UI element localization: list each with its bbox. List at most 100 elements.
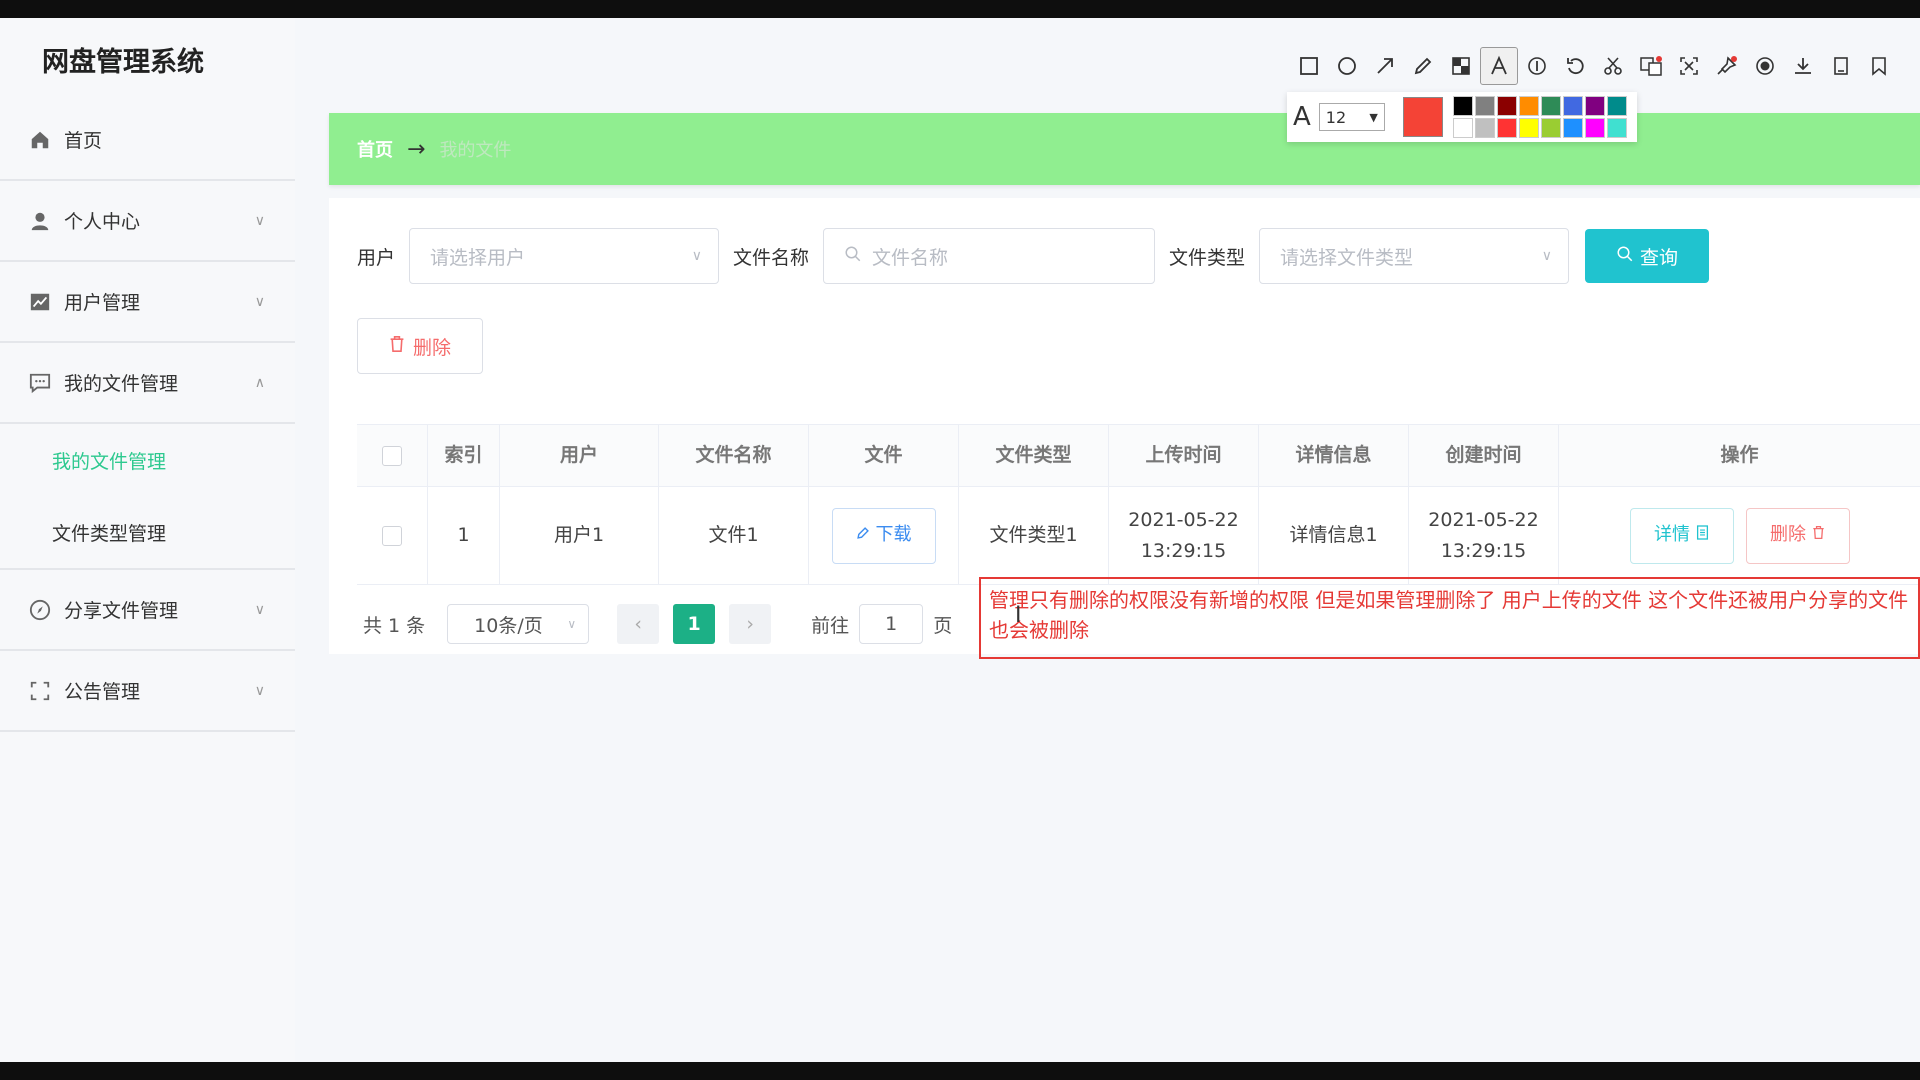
palette-color-swatch[interactable] xyxy=(1540,118,1561,138)
palette-color-swatch[interactable] xyxy=(1452,118,1473,138)
record-icon[interactable] xyxy=(1746,47,1784,85)
document-icon xyxy=(1696,521,1709,550)
palette-color-swatch[interactable] xyxy=(1584,96,1605,116)
sidebar-item-my-files[interactable]: 我的文件管理 ∧ xyxy=(0,343,295,424)
pencil-tool-icon[interactable] xyxy=(1404,47,1442,85)
header-actions: 操作 xyxy=(1720,444,1759,467)
text-cursor-icon: I xyxy=(1015,603,1022,628)
message-icon xyxy=(28,371,52,395)
mosaic-tool-icon[interactable] xyxy=(1442,47,1480,85)
page-number-current[interactable]: 1 xyxy=(673,604,716,644)
row-select-cell xyxy=(357,487,428,584)
row-checkbox[interactable] xyxy=(382,525,402,546)
rectangle-tool-icon[interactable] xyxy=(1290,47,1328,85)
submenu-item-file-type-management[interactable]: 文件类型管理 xyxy=(0,496,295,568)
chevron-down-icon: ∨ xyxy=(691,248,703,264)
chevron-left-icon: ‹ xyxy=(634,613,642,635)
arrow-tool-icon[interactable] xyxy=(1366,47,1404,85)
row-delete-button[interactable]: 删除 xyxy=(1745,507,1850,564)
breadcrumb-home[interactable]: 首页 xyxy=(357,136,393,162)
page-size-select[interactable]: 10条/页 ∨ xyxy=(447,604,590,644)
sidebar-item-home[interactable]: 首页 xyxy=(0,100,295,181)
batch-delete-button[interactable]: 删除 xyxy=(357,318,483,374)
palette-color-swatch[interactable] xyxy=(1606,118,1627,138)
goto-label: 前往 xyxy=(811,614,850,637)
palette-color-swatch[interactable] xyxy=(1518,96,1539,116)
create-date: 2021-05-22 xyxy=(1428,509,1539,532)
sidebar-item-users[interactable]: 用户管理 ∨ xyxy=(0,262,295,343)
sidebar-item-profile[interactable]: 个人中心 ∨ xyxy=(0,181,295,262)
app-title: 网盘管理系统 xyxy=(42,47,204,78)
copy-icon[interactable] xyxy=(1822,47,1860,85)
scroll-capture-icon[interactable] xyxy=(1670,47,1708,85)
cell-filename: 文件1 xyxy=(659,487,809,584)
chevron-down-icon: ∨ xyxy=(254,601,265,618)
cell-filetype: 文件类型1 xyxy=(959,487,1109,584)
palette-color-swatch[interactable] xyxy=(1474,118,1495,138)
goto-page-input[interactable]: 1 xyxy=(859,604,924,644)
download-button[interactable]: 下载 xyxy=(831,507,936,564)
palette-color-swatch[interactable] xyxy=(1562,118,1583,138)
bookmark-icon[interactable] xyxy=(1860,47,1898,85)
translate-icon[interactable] xyxy=(1632,47,1670,85)
chevron-up-icon: ∧ xyxy=(254,374,265,391)
user-select[interactable]: 请选择用户 ∨ xyxy=(409,228,720,284)
cell-index: 1 xyxy=(428,487,500,584)
select-all-checkbox[interactable] xyxy=(382,445,402,466)
upload-date: 2021-05-22 xyxy=(1128,509,1239,532)
current-color-swatch[interactable] xyxy=(1402,97,1443,137)
palette-color-swatch[interactable] xyxy=(1518,118,1539,138)
font-size-select[interactable]: 12 ▼ xyxy=(1318,103,1385,131)
home-icon xyxy=(28,128,52,152)
video-subtitle-fragment xyxy=(818,1028,837,1062)
chart-icon xyxy=(28,290,52,314)
prev-page-button[interactable]: ‹ xyxy=(617,604,660,644)
detail-button-label: 详情 xyxy=(1654,524,1690,546)
palette-color-swatch[interactable] xyxy=(1606,96,1627,116)
palette-color-swatch[interactable] xyxy=(1540,96,1561,116)
detail-button[interactable]: 详情 xyxy=(1629,507,1734,564)
download-icon[interactable] xyxy=(1784,47,1822,85)
query-button[interactable]: 查询 xyxy=(1585,229,1710,283)
fullscreen-icon xyxy=(28,679,52,703)
next-page-button[interactable]: › xyxy=(729,604,772,644)
filename-input-placeholder: 文件名称 xyxy=(872,246,949,269)
sidebar-item-label: 我的文件管理 xyxy=(64,373,179,395)
text-tool-icon[interactable] xyxy=(1480,47,1518,85)
filetype-select[interactable]: 请选择文件类型 ∨ xyxy=(1259,228,1570,284)
palette-color-swatch[interactable] xyxy=(1562,96,1583,116)
circle-tool-icon[interactable] xyxy=(1328,47,1366,85)
palette-color-swatch[interactable] xyxy=(1496,96,1517,116)
sidebar-item-label: 用户管理 xyxy=(64,292,141,314)
sidebar-item-announcements[interactable]: 公告管理 ∨ xyxy=(0,651,295,732)
annotation-textbox[interactable]: 管理只有删除的权限没有新增的权限 但是如果管理删除了 用户上传的文件 这个文件还… xyxy=(979,577,1920,659)
chevron-down-icon: ∨ xyxy=(254,682,265,699)
number-tool-icon[interactable] xyxy=(1518,47,1556,85)
palette-color-swatch[interactable] xyxy=(1496,118,1517,138)
undo-icon[interactable] xyxy=(1556,47,1594,85)
pin-icon[interactable] xyxy=(1708,47,1746,85)
capture-toolbar xyxy=(1290,42,1898,90)
sidebar-item-label: 首页 xyxy=(64,130,103,152)
palette-color-swatch[interactable] xyxy=(1584,118,1605,138)
filename-input[interactable]: 文件名称 xyxy=(823,228,1156,284)
palette-color-swatch[interactable] xyxy=(1474,96,1495,116)
chevron-right-icon: › xyxy=(746,613,754,635)
submenu-item-my-file-management[interactable]: 我的文件管理 xyxy=(0,424,295,496)
caret-down-icon: ▼ xyxy=(1369,110,1378,124)
palette-color-swatch[interactable] xyxy=(1452,96,1473,116)
user-icon xyxy=(28,209,52,233)
scissors-icon[interactable] xyxy=(1594,47,1632,85)
sidebar-menu: 首页 个人中心 ∨ 用户管理 ∨ 我的文件管理 ∧ 我的文件管理 文件类型管理 … xyxy=(0,100,295,732)
header-filename: 文件名称 xyxy=(659,425,809,486)
download-label: 下载 xyxy=(875,524,912,546)
text-style-panel: A 12 ▼ xyxy=(1287,92,1637,142)
sidebar: 网盘管理系统 首页 个人中心 ∨ 用户管理 ∨ 我的文件管理 ∧ 我的文件管理 … xyxy=(0,18,295,1062)
pagination-total: 共 1 条 xyxy=(363,614,426,637)
sidebar-item-shared-files[interactable]: 分享文件管理 ∨ xyxy=(0,570,295,651)
filetype-filter-label: 文件类型 xyxy=(1169,246,1246,269)
table-header-row: 索引 用户 文件名称 文件 文件类型 上传时间 详情信息 创建时间 操作 xyxy=(357,425,1920,487)
edit-icon xyxy=(856,521,870,550)
header-create-time: 创建时间 xyxy=(1409,425,1559,486)
header-filetype: 文件类型 xyxy=(959,425,1109,486)
